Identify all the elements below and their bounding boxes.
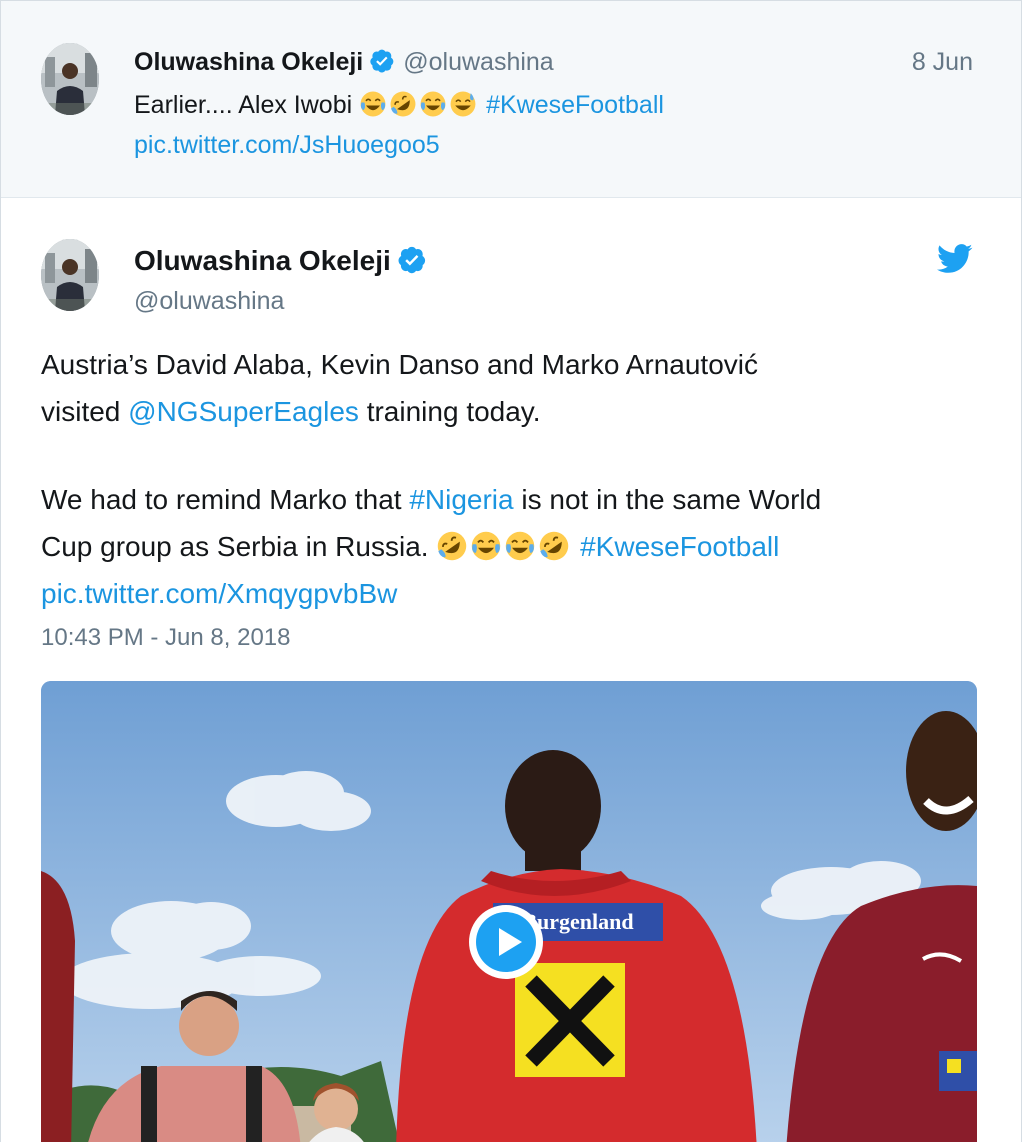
author-name[interactable]: Oluwashina Okeleji: [134, 245, 391, 276]
author-name-row: Oluwashina Okeleji: [134, 243, 427, 279]
hashtag-link[interactable]: #KweseFootball: [486, 91, 664, 119]
rolling-on-the-floor-laughing-icon: [438, 531, 467, 561]
twitter-bird-icon[interactable]: [937, 244, 973, 274]
verified-badge-icon: [370, 49, 394, 73]
face-with-tears-of-joy-icon: [360, 91, 386, 117]
main-tweet-text: Austria’s David Alaba, Kevin Danso and M…: [41, 341, 991, 617]
pic-link[interactable]: pic.twitter.com/XmqygpvbBw: [41, 578, 397, 609]
verified-badge-icon: [398, 246, 425, 274]
author-handle[interactable]: @oluwashina: [134, 284, 284, 318]
face-with-tears-of-joy-icon: [506, 531, 535, 561]
tweet-text: Cup group as Serbia in Russia.: [41, 531, 437, 562]
author-name[interactable]: Oluwashina Okeleji: [134, 48, 363, 76]
tweet-text: We had to remind Marko that: [41, 484, 410, 515]
tweet-text: visited: [41, 396, 129, 427]
rolling-on-the-floor-laughing-icon: [390, 91, 416, 117]
tweet-date[interactable]: 8 Jun: [912, 45, 973, 79]
tweet-text: Earlier.... Alex Iwobi: [134, 91, 353, 119]
parent-tweet-header: Oluwashina Okeleji @oluwashina: [134, 45, 554, 79]
tweet-text: training today.: [358, 396, 541, 427]
play-icon[interactable]: [467, 903, 545, 981]
hashtag-link[interactable]: #KweseFootball: [580, 531, 779, 562]
hashtag-link[interactable]: #Nigeria: [409, 484, 513, 515]
face-with-tears-of-joy-icon: [420, 91, 446, 117]
tweet-text: is not in the same World: [513, 484, 822, 515]
tweet-text: Austria’s David Alaba, Kevin Danso and M…: [41, 349, 758, 380]
tweet-embed: Oluwashina Okeleji @oluwashina 8 Jun Earl…: [0, 0, 1022, 1142]
author-avatar[interactable]: [41, 43, 99, 115]
rolling-on-the-floor-laughing-icon: [540, 531, 569, 561]
author-handle[interactable]: @oluwashina: [403, 48, 553, 76]
parent-tweet[interactable]: Oluwashina Okeleji @oluwashina 8 Jun Earl…: [1, 1, 1021, 198]
face-with-tears-of-joy-icon: [472, 531, 501, 561]
parent-tweet-text: Earlier.... Alex Iwobi #KweseFootball pi…: [134, 85, 664, 165]
pic-link[interactable]: pic.twitter.com/JsHuoegoo5: [134, 125, 664, 165]
author-avatar[interactable]: [41, 239, 99, 311]
tweet-timestamp[interactable]: 10:43 PM - Jun 8, 2018: [41, 621, 291, 655]
grinning-face-with-sweat-icon: [450, 91, 476, 117]
mention-link[interactable]: @NGSuperEagles: [128, 396, 359, 427]
